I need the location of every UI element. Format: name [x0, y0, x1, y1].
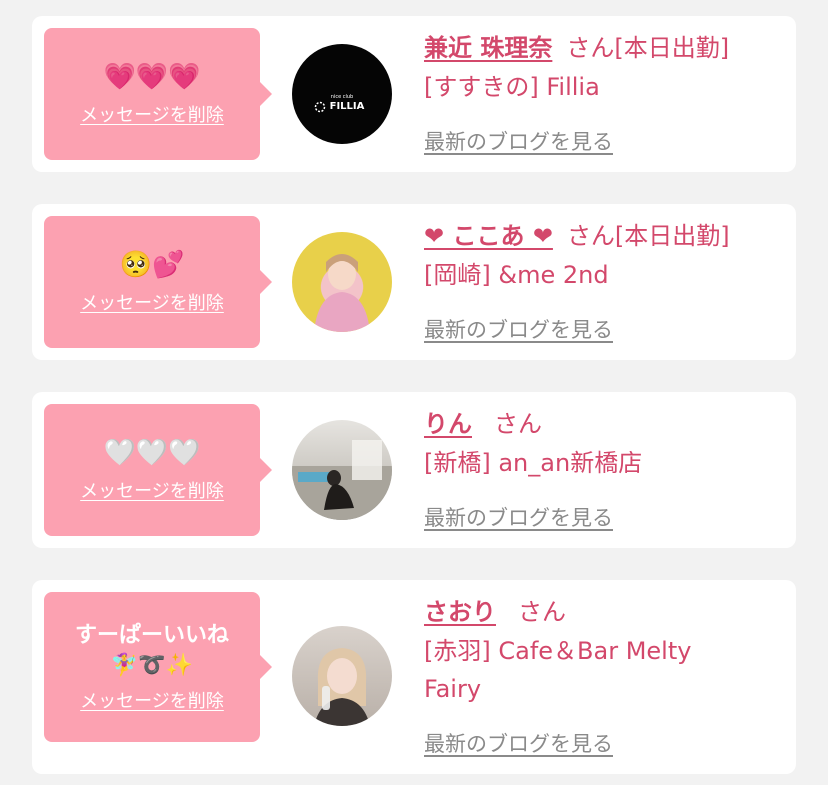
cast-name-link[interactable]: 兼近 珠理奈: [424, 34, 552, 62]
name-suffix: さん: [518, 598, 566, 626]
message-text: 🤍🤍🤍: [103, 438, 201, 468]
message-bubble: 🥺💕 メッセージを削除: [44, 216, 272, 348]
cast-name-link[interactable]: りん: [424, 410, 472, 438]
message-list: 💗💗💗 メッセージを削除 nice club FILLIA 兼近 珠理奈 さん[本…: [0, 0, 828, 785]
list-item: 🤍🤍🤍 メッセージを削除 りん さん [新橋] an_an新橋店 最新のブログを見…: [32, 392, 796, 548]
profile-photo-icon: [314, 648, 370, 726]
cast-name-link[interactable]: さおり: [424, 598, 496, 626]
list-item: 💗💗💗 メッセージを削除 nice club FILLIA 兼近 珠理奈 さん[本…: [32, 16, 796, 172]
shop-label-line-1: [赤羽] Cafe＆Bar Melty: [424, 637, 692, 665]
latest-blog-link[interactable]: 最新のブログを見る: [424, 314, 613, 344]
avatar[interactable]: nice club FILLIA: [292, 44, 392, 144]
message-text: 🥺💕: [119, 250, 185, 280]
avatar-logo-small: nice club: [330, 94, 354, 100]
message-text: 💗💗💗: [103, 62, 201, 92]
message-bubble: すーぱーいいね 🧚‍♀️➰✨ メッセージを削除: [44, 592, 272, 742]
name-suffix: さん[本日出勤]: [566, 222, 730, 250]
latest-blog-link[interactable]: 最新のブログを見る: [424, 502, 613, 532]
cast-info: りん さん [新橋] an_an新橋店: [424, 406, 776, 482]
avatar-logo: FILLIA: [329, 101, 365, 112]
profile-photo-icon: [292, 440, 392, 520]
cast-info: 兼近 珠理奈 さん[本日出勤] [すすきの] Fillia: [424, 30, 776, 106]
cast-info: ❤ ここあ ❤ さん[本日出勤] [岡崎] &me 2nd: [424, 218, 776, 294]
name-line: 兼近 珠理奈 さん[本日出勤]: [424, 30, 776, 66]
avatar[interactable]: [292, 626, 392, 726]
message-bubble: 🤍🤍🤍 メッセージを削除: [44, 404, 272, 536]
delete-message-link[interactable]: メッセージを削除: [80, 289, 224, 315]
name-line: ❤ ここあ ❤ さん[本日出勤]: [424, 218, 776, 254]
name-suffix: さん: [494, 410, 542, 438]
shop-label: [岡崎] &me 2nd: [424, 261, 609, 289]
profile-photo-icon: [314, 254, 370, 332]
name-suffix: さん[本日出勤]: [566, 34, 730, 62]
cast-info: さおり さん [赤羽] Cafe＆Bar Melty Fairy: [424, 594, 776, 708]
name-line: さおり さん: [424, 594, 776, 630]
list-item: 🥺💕 メッセージを削除 ❤ ここあ ❤ さん[本日出勤] [岡崎] &me 2nd…: [32, 204, 796, 360]
latest-blog-link[interactable]: 最新のブログを見る: [424, 126, 613, 156]
shop-label: [新橋] an_an新橋店: [424, 449, 643, 477]
message-bubble: 💗💗💗 メッセージを削除: [44, 28, 272, 160]
shop-label-line-2: Fairy: [424, 675, 482, 703]
list-item: すーぱーいいね 🧚‍♀️➰✨ メッセージを削除 さおり さん [赤羽] Cafe＆…: [32, 580, 796, 774]
delete-message-link[interactable]: メッセージを削除: [80, 687, 224, 713]
delete-message-link[interactable]: メッセージを削除: [80, 101, 224, 127]
cast-name-link[interactable]: ❤ ここあ ❤: [424, 222, 553, 250]
name-line: りん さん: [424, 406, 776, 442]
avatar[interactable]: [292, 232, 392, 332]
message-text: すーぱーいいね: [74, 623, 229, 648]
shop-label: [すすきの] Fillia: [424, 73, 600, 101]
avatar[interactable]: [292, 420, 392, 520]
delete-message-link[interactable]: メッセージを削除: [80, 477, 224, 503]
message-emoji: 🧚‍♀️➰✨: [110, 653, 194, 678]
latest-blog-link[interactable]: 最新のブログを見る: [424, 728, 613, 758]
